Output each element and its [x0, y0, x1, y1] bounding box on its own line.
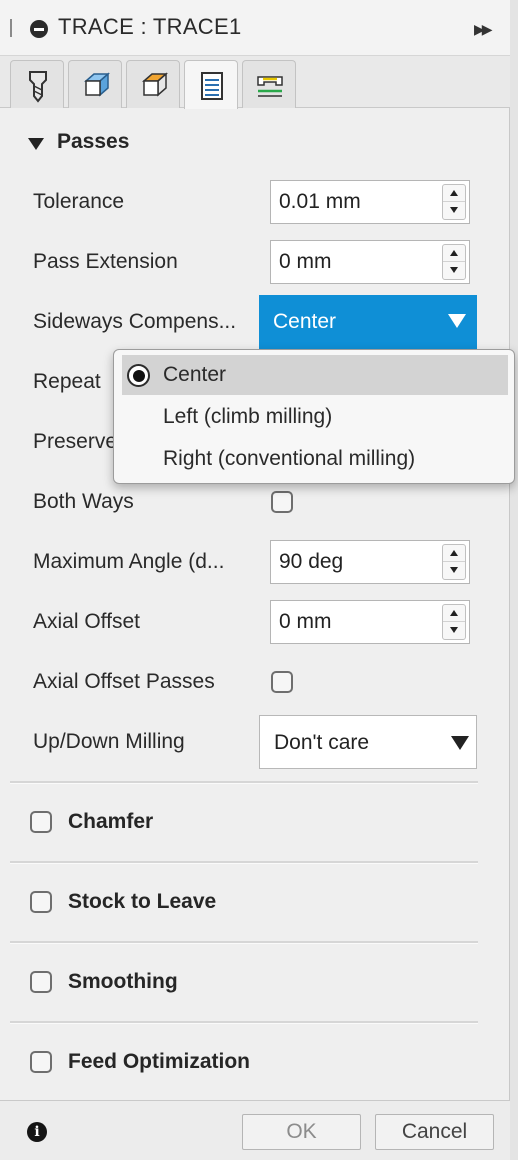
heights-icon	[142, 72, 168, 97]
both-ways-label: Both Ways	[33, 490, 134, 513]
sideways-compensation-value: Center	[273, 310, 337, 333]
dropdown-option-right[interactable]: Right (conventional milling)	[122, 439, 508, 479]
section-divider	[10, 1021, 478, 1024]
axial-offset-value: 0 mm	[279, 610, 332, 633]
dialog-title: TRACE : TRACE1	[58, 14, 242, 39]
stepper-down-icon[interactable]	[443, 202, 465, 219]
info-icon[interactable]: i	[27, 1122, 47, 1142]
pass-extension-stepper[interactable]	[442, 244, 466, 280]
option-label: Right (conventional milling)	[163, 447, 416, 470]
canvas-edge	[510, 0, 518, 1160]
dialog-footer: i OK Cancel	[0, 1100, 510, 1160]
cancel-button[interactable]: Cancel	[375, 1114, 494, 1150]
section-divider	[10, 781, 478, 784]
stepper-down-icon[interactable]	[443, 562, 465, 579]
tolerance-stepper[interactable]	[442, 184, 466, 220]
linking-icon	[257, 76, 283, 97]
feed-optimization-section-header[interactable]: Feed Optimization	[68, 1050, 250, 1074]
passes-icon	[201, 72, 223, 100]
pass-extension-label: Pass Extension	[33, 250, 178, 273]
tolerance-input[interactable]: 0.01 mm	[270, 180, 470, 224]
dropdown-option-center[interactable]: Center	[122, 355, 508, 395]
sideways-compensation-label: Sideways Compens...	[33, 310, 237, 333]
geometry-icon	[84, 72, 110, 97]
sideways-compensation-dropdown: Center Left (climb milling) Right (conve…	[113, 349, 515, 484]
up-down-milling-value: Don't care	[274, 731, 370, 754]
option-label: Center	[163, 363, 227, 386]
option-label: Left (climb milling)	[163, 405, 333, 428]
stepper-up-icon[interactable]	[443, 605, 465, 622]
stock-to-leave-checkbox[interactable]	[30, 891, 52, 913]
stop-icon[interactable]	[30, 20, 48, 38]
tolerance-label: Tolerance	[33, 190, 125, 213]
section-divider	[10, 941, 478, 944]
up-down-milling-select[interactable]: Don't care	[259, 715, 477, 769]
preserve-label: Preserve	[33, 430, 118, 453]
tab-tool[interactable]	[10, 60, 64, 108]
maximum-angle-value: 90 deg	[279, 550, 344, 573]
dialog-header: TRACE : TRACE1 ▶▶	[0, 0, 510, 56]
axial-offset-passes-label: Axial Offset Passes	[33, 670, 215, 693]
drag-handle[interactable]	[10, 19, 12, 37]
repeat-label: Repeat	[33, 370, 101, 393]
smoothing-checkbox[interactable]	[30, 971, 52, 993]
tab-linking[interactable]	[242, 60, 296, 108]
maximum-angle-input[interactable]: 90 deg	[270, 540, 470, 584]
stock-to-leave-section-header[interactable]: Stock to Leave	[68, 890, 216, 914]
pass-extension-input[interactable]: 0 mm	[270, 240, 470, 284]
maximum-angle-label: Maximum Angle (d...	[33, 550, 225, 573]
feed-optimization-checkbox[interactable]	[30, 1051, 52, 1073]
trace-dialog: TRACE : TRACE1 ▶▶ Passes Tolerance 0.01 …	[0, 0, 510, 1160]
chamfer-checkbox[interactable]	[30, 811, 52, 833]
ok-button[interactable]: OK	[242, 1114, 361, 1150]
smoothing-section-header[interactable]: Smoothing	[68, 970, 178, 994]
tab-bar	[0, 56, 510, 109]
pass-extension-value: 0 mm	[279, 250, 332, 273]
section-divider	[10, 861, 478, 864]
chevron-down-icon	[448, 314, 466, 328]
tab-geometry[interactable]	[68, 60, 122, 108]
collapse-triangle-icon[interactable]	[28, 138, 44, 150]
chamfer-section-header[interactable]: Chamfer	[68, 810, 153, 834]
tolerance-value: 0.01 mm	[279, 190, 361, 213]
axial-offset-passes-checkbox[interactable]	[271, 671, 293, 693]
sideways-compensation-select[interactable]: Center	[259, 295, 477, 349]
axial-offset-label: Axial Offset	[33, 610, 140, 633]
stepper-down-icon[interactable]	[443, 262, 465, 279]
stepper-up-icon[interactable]	[443, 245, 465, 262]
axial-offset-input[interactable]: 0 mm	[270, 600, 470, 644]
stepper-up-icon[interactable]	[443, 185, 465, 202]
stepper-down-icon[interactable]	[443, 622, 465, 639]
tab-passes[interactable]	[184, 60, 238, 109]
tab-heights[interactable]	[126, 60, 180, 108]
axial-offset-stepper[interactable]	[442, 604, 466, 640]
up-down-milling-label: Up/Down Milling	[33, 730, 185, 753]
passes-section-header[interactable]: Passes	[57, 130, 129, 154]
maximum-angle-stepper[interactable]	[442, 544, 466, 580]
stepper-up-icon[interactable]	[443, 545, 465, 562]
radio-selected-icon	[127, 364, 150, 387]
chevron-down-icon	[451, 736, 469, 750]
tool-icon	[29, 71, 47, 103]
fast-forward-icon[interactable]: ▶▶	[474, 21, 492, 38]
dropdown-option-left[interactable]: Left (climb milling)	[122, 397, 508, 437]
both-ways-checkbox[interactable]	[271, 491, 293, 513]
